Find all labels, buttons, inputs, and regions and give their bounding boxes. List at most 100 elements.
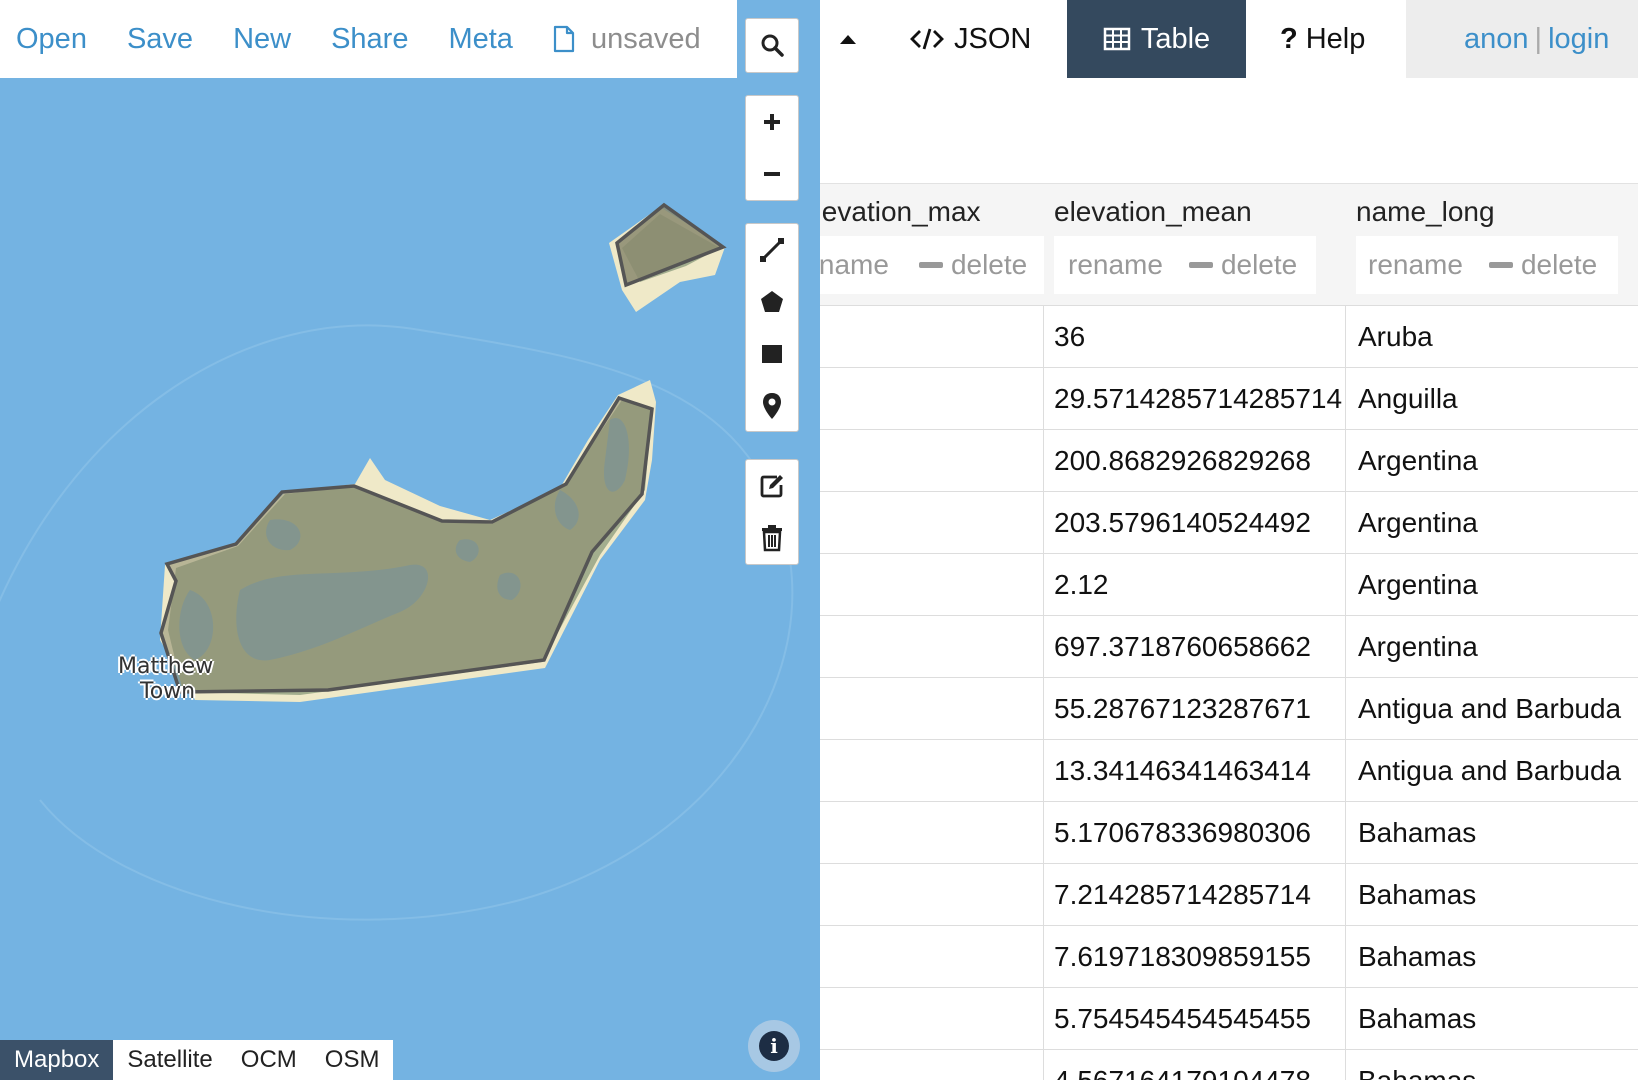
cell-elevation-mean[interactable]: 697.3718760658662 [1044,616,1346,678]
cell-elevation-mean[interactable]: 4.567164179104478 [1044,1050,1346,1080]
caret-up-icon [840,35,856,44]
share-menu[interactable]: Share [331,23,408,56]
zoom-control [745,95,799,201]
cell-elevation-mean[interactable]: 203.5796140524492 [1044,492,1346,554]
cell-elevation-mean[interactable]: 29.5714285714285714 [1044,368,1346,430]
new-menu[interactable]: New [233,23,291,56]
cell-name-long[interactable]: Bahamas [1346,1050,1638,1080]
cell-elevation-max[interactable] [820,678,1044,740]
table-row: 29.5714285714285714 Anguilla [820,368,1638,430]
table-row: 7.619718309859155 Bahamas [820,926,1638,988]
layer-osm[interactable]: OSM [311,1040,394,1080]
cell-elevation-max[interactable] [820,616,1044,678]
save-menu[interactable]: Save [127,23,193,56]
data-pane: JSON Table ? Help anon | login elevation… [820,0,1638,1080]
edit-toolbar [745,459,799,565]
layer-satellite[interactable]: Satellite [113,1040,226,1080]
tab-table-label: Table [1140,22,1211,55]
table-row: 5.170678336980306 Bahamas [820,802,1638,864]
cell-elevation-max[interactable] [820,864,1044,926]
map-pane[interactable]: Matthew Town Open Save New Share Meta un… [0,0,818,1080]
cell-elevation-max[interactable] [820,802,1044,864]
cell-elevation-max[interactable] [820,430,1044,492]
cell-name-long[interactable]: Antigua and Barbuda [1346,740,1638,802]
login-link[interactable]: login [1548,23,1609,56]
table-body: 36 Aruba 29.5714285714285714 Anguilla 200.… [820,306,1638,1080]
cell-elevation-mean[interactable]: 55.28767123287671 [1044,678,1346,740]
zoom-out-button[interactable] [746,148,798,200]
meta-menu[interactable]: Meta [448,23,512,56]
rename-column-button[interactable]: rename [1368,249,1463,281]
cell-name-long[interactable]: Bahamas [1346,988,1638,1050]
cell-elevation-mean[interactable]: 5.170678336980306 [1044,802,1346,864]
attribution-info-button[interactable]: i [748,1020,800,1072]
cell-elevation-mean[interactable]: 7.214285714285714 [1044,864,1346,926]
cell-name-long[interactable]: Argentina [1346,430,1638,492]
cell-name-long[interactable]: Argentina [1346,554,1638,616]
delete-column-button[interactable]: delete [1188,249,1297,281]
draw-rectangle-button[interactable] [746,328,798,380]
minus-icon [918,262,943,268]
search-button[interactable] [746,19,798,71]
rename-column-button[interactable]: rename [820,249,889,281]
pane-resize-divider[interactable] [812,0,820,1080]
rectangle-icon [762,345,782,363]
cell-name-long[interactable]: Argentina [1346,492,1638,554]
cell-elevation-mean[interactable]: 7.619718309859155 [1044,926,1346,988]
cell-name-long[interactable]: Bahamas [1346,802,1638,864]
table-icon [1103,27,1131,51]
tab-json[interactable]: JSON [910,0,1031,78]
column-actions: rename delete [820,236,1044,294]
cell-elevation-mean[interactable]: 36 [1044,306,1346,368]
cell-name-long[interactable]: Anguilla [1346,368,1638,430]
layer-mapbox[interactable]: Mapbox [0,1040,114,1080]
cell-name-long[interactable]: Bahamas [1346,864,1638,926]
draw-marker-button[interactable] [746,380,798,432]
cell-elevation-max[interactable] [820,492,1044,554]
cell-name-long[interactable]: Aruba [1346,306,1638,368]
map-town-label: Matthew Town [118,654,213,704]
draw-toolbar [745,223,799,432]
cell-name-long[interactable]: Bahamas [1346,926,1638,988]
zoom-in-button[interactable] [746,96,798,148]
edit-layers-button[interactable] [746,460,798,512]
column-actions: rename delete [1054,236,1316,294]
layer-ocm[interactable]: OCM [227,1040,311,1080]
column-name: name_long [1356,196,1495,227]
cell-elevation-max[interactable] [820,1050,1044,1080]
delete-layers-button[interactable] [746,512,798,564]
delete-column-button[interactable]: delete [918,249,1028,281]
cell-elevation-mean[interactable]: 200.8682926829268 [1044,430,1346,492]
cell-elevation-max[interactable] [820,926,1044,988]
tab-table[interactable]: Table [1067,0,1246,78]
cell-elevation-mean[interactable]: 2.12 [1044,554,1346,616]
cell-name-long[interactable]: Argentina [1346,616,1638,678]
cell-elevation-max[interactable] [820,554,1044,616]
delete-label: delete [950,249,1028,280]
tab-help[interactable]: ? Help [1280,0,1365,78]
username-link[interactable]: anon [1464,23,1529,56]
town-label-line2: Town [140,679,196,704]
column-name: elevation_max [820,196,981,227]
cell-elevation-max[interactable] [820,740,1044,802]
cell-elevation-max[interactable] [820,988,1044,1050]
collapse-pane-button[interactable] [836,28,860,52]
table-row: 7.214285714285714 Bahamas [820,864,1638,926]
cell-elevation-mean[interactable]: 13.34146341463414 [1044,740,1346,802]
draw-polygon-button[interactable] [746,276,798,328]
cell-elevation-max[interactable] [820,306,1044,368]
info-icon: i [759,1031,789,1061]
draw-line-button[interactable] [746,224,798,276]
minus-icon [1488,262,1513,268]
delete-column-button[interactable]: delete [1488,249,1597,281]
rename-column-button[interactable]: rename [1068,249,1163,281]
column-actions: rename delete [1356,236,1618,294]
column-header: elevation_max rename delete [820,184,1044,307]
cell-elevation-mean[interactable]: 5.754545454545455 [1044,988,1346,1050]
polygon-icon [761,291,783,312]
column-name: elevation_mean [1054,196,1252,227]
open-menu[interactable]: Open [16,23,87,56]
map-canvas[interactable] [0,0,818,1080]
cell-elevation-max[interactable] [820,368,1044,430]
cell-name-long[interactable]: Antigua and Barbuda [1346,678,1638,740]
